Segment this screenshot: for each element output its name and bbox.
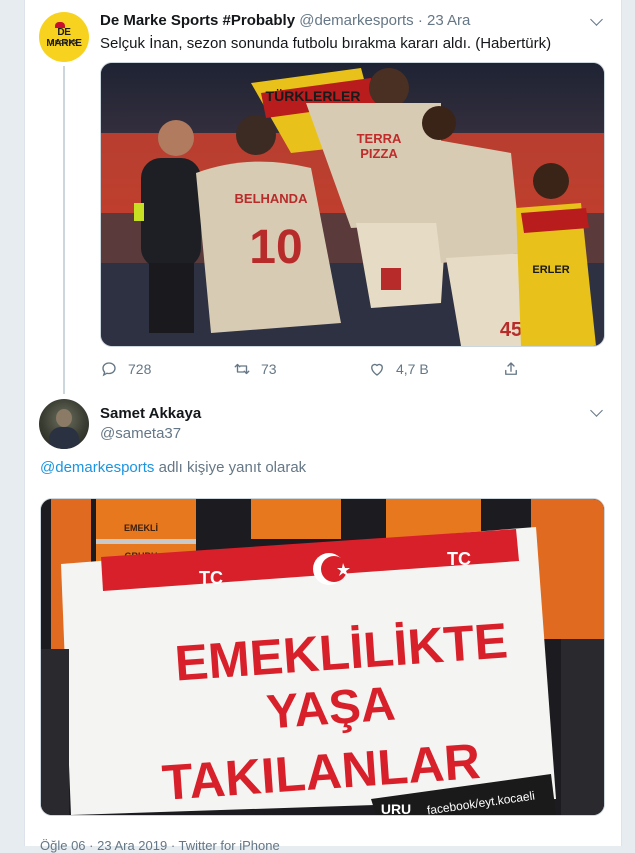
avatar-body-shape: [49, 427, 79, 449]
avatar-samet[interactable]: [39, 399, 89, 449]
tweet-text: Selçuk İnan, sezon sonunda futbolu bırak…: [100, 35, 552, 52]
like-count: 4,7 B: [396, 361, 429, 377]
banner-tc-right: TC: [447, 549, 471, 569]
tweet-actions: 728 73 4,7 B: [100, 360, 530, 382]
vest-text-1: EMEKLİ: [124, 523, 158, 533]
like-action[interactable]: 4,7 B: [368, 360, 429, 378]
football-match-illustration: 10 BELHANDA TÜRKLERLER TERRA PIZZA 45 ER…: [101, 63, 604, 346]
tweet-date[interactable]: 23 Ara: [427, 12, 470, 29]
terra-text-2: PIZZA: [360, 146, 398, 161]
reply-icon: [102, 362, 116, 377]
tweet-header: De Marke Sports #Probably @demarkesports…: [100, 12, 470, 29]
retweet-count: 73: [261, 361, 277, 377]
sponsor-text: TÜRKLERLER: [266, 88, 361, 104]
user-handle-2[interactable]: @sameta37: [100, 425, 181, 442]
tweet-photo-banner[interactable]: EMEKLİ GRUBU TC TC EMEKLİLİKTE YAŞA TAKI…: [40, 498, 605, 816]
display-name[interactable]: De Marke Sports #Probably: [100, 12, 295, 29]
retweet-icon: [234, 363, 250, 375]
reply-count: 728: [128, 361, 152, 377]
separator-dot: ·: [417, 12, 423, 29]
reply-context-text: adlı kişiye yanıt olarak: [154, 459, 307, 476]
user-handle[interactable]: @demarkesports: [299, 12, 413, 29]
avatar-head-shape: [56, 409, 72, 427]
share-icon: [505, 362, 517, 375]
jersey-number-text: 10: [249, 221, 302, 274]
display-name-2[interactable]: Samet Akkaya: [100, 405, 201, 422]
tweet-photo-football[interactable]: 10 BELHANDA TÜRKLERLER TERRA PIZZA 45 ER…: [100, 62, 605, 347]
reply-mention-link[interactable]: @demarkesports: [40, 459, 154, 476]
reply-context: @demarkesports adlı kişiye yanıt olarak: [40, 459, 306, 476]
reply-action[interactable]: 728: [100, 360, 151, 378]
avatar-logo-subtext: SPORTS: [50, 40, 78, 46]
short-number-text: 45: [500, 319, 522, 341]
heart-icon: [371, 363, 383, 376]
svg-text:BELHANDA: BELHANDA: [235, 191, 309, 206]
sponsor-text-2: ERLER: [532, 264, 569, 276]
avatar-demarke[interactable]: DE MARKE SPORTS: [39, 12, 89, 62]
thread-connector-line: [63, 66, 65, 394]
banner-corner-left-text: URU: [381, 801, 411, 815]
terra-text-1: TERRA: [357, 131, 402, 146]
banner-line-2: YAŞA: [265, 678, 397, 740]
share-action[interactable]: [502, 360, 530, 378]
protest-banner-illustration: EMEKLİ GRUBU TC TC EMEKLİLİKTE YAŞA TAKI…: [41, 499, 604, 815]
banner-tc-left: TC: [199, 568, 223, 588]
retweet-action[interactable]: 73: [233, 360, 277, 378]
